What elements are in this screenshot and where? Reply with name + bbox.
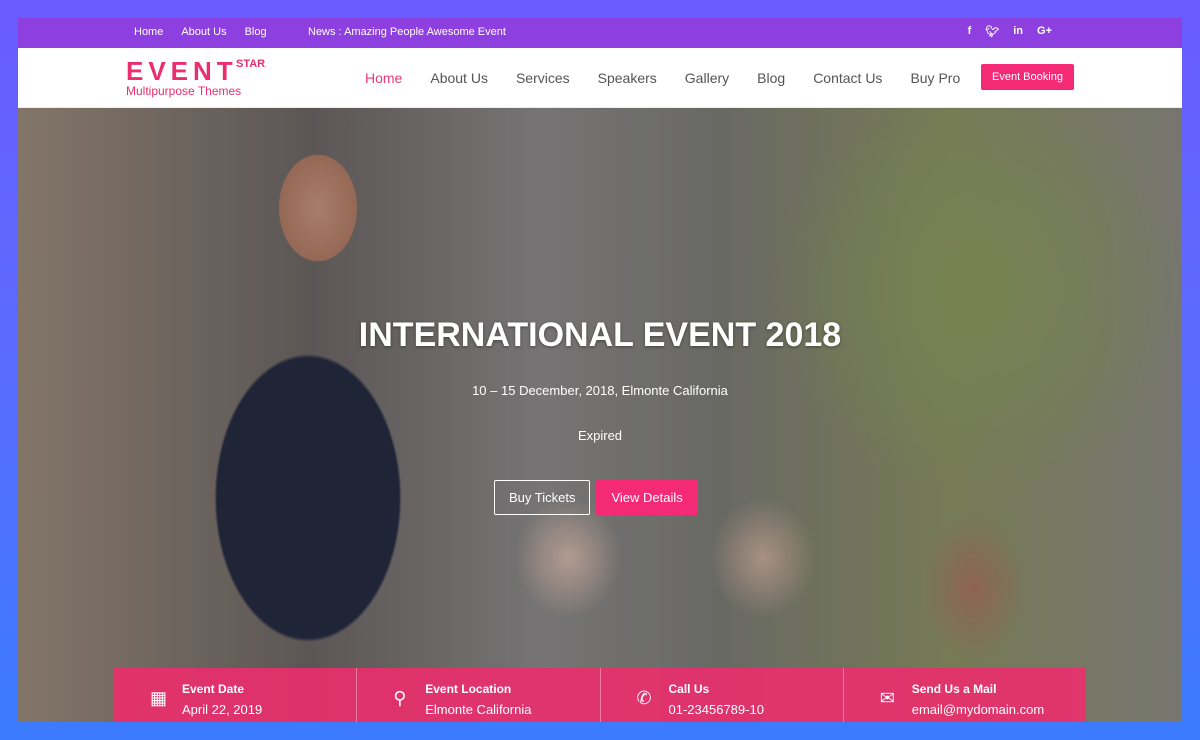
info-value[interactable]: email@mydomain.com (912, 702, 1044, 717)
google-plus-icon[interactable]: G+ (1037, 25, 1052, 38)
menu-contact[interactable]: Contact Us (813, 70, 882, 86)
menu-about[interactable]: About Us (430, 70, 488, 86)
menu-home[interactable]: Home (365, 70, 402, 86)
hero-banner: INTERNATIONAL EVENT 2018 10 – 15 Decembe… (18, 108, 1182, 722)
buy-tickets-button[interactable]: Buy Tickets (494, 480, 591, 515)
logo-star: STAR (236, 58, 266, 70)
menu-speakers[interactable]: Speakers (598, 70, 657, 86)
facebook-icon[interactable]: f (968, 25, 972, 38)
location-pin-icon: ⚲ (393, 688, 407, 708)
calendar-icon: ▦ (150, 688, 168, 708)
info-title: Event Location (425, 682, 512, 696)
event-status: Expired (577, 428, 623, 443)
logo-word: EVENT (126, 56, 238, 86)
info-value[interactable]: 01-23456789-10 (669, 702, 764, 717)
info-title: Call Us (668, 682, 710, 696)
logo-subtitle: Multipurpose Themes (126, 84, 242, 98)
info-event-location: ⚲ Event Location Elmonte California (357, 668, 601, 722)
top-link-blog[interactable]: Blog (245, 26, 267, 38)
main-nav: EVENT STAR Multipurpose Themes Home Abou… (18, 48, 1182, 108)
top-link-home[interactable]: Home (134, 26, 163, 38)
menu-buy-pro[interactable]: Buy Pro (910, 70, 960, 86)
info-title: Event Date (182, 682, 245, 696)
menu-blog[interactable]: Blog (757, 70, 785, 86)
linkedin-icon[interactable]: in (1013, 25, 1023, 38)
view-details-button[interactable]: View Details (596, 480, 698, 515)
page: Home About Us Blog News : Amazing People… (18, 18, 1182, 722)
twitter-icon[interactable]: 🐦︎ (985, 25, 999, 38)
logo[interactable]: EVENT STAR Multipurpose Themes (126, 56, 265, 98)
info-mail: ✉ Send Us a Mail email@mydomain.com (844, 668, 1086, 722)
mail-icon: ✉ (879, 688, 895, 708)
info-bar: ▦ Event Date April 22, 2019 ⚲ Event Locatio… (114, 668, 1086, 722)
phone-icon: ✆ (636, 688, 652, 708)
event-booking-button[interactable]: Event Booking (981, 64, 1074, 90)
info-value: Elmonte California (425, 702, 532, 717)
top-link-about[interactable]: About Us (181, 26, 226, 38)
hero-date: 10 – 15 December, 2018, Elmonte Californ… (472, 383, 728, 398)
top-bar: Home About Us Blog News : Amazing People… (18, 18, 1182, 48)
menu-services[interactable]: Services (516, 70, 570, 86)
info-value: April 22, 2019 (182, 702, 263, 717)
menu-gallery[interactable]: Gallery (685, 70, 729, 86)
info-event-date: ▦ Event Date April 22, 2019 (114, 668, 358, 722)
info-call-us: ✆ Call Us 01-23456789-10 (601, 668, 844, 722)
info-title: Send Us a Mail (911, 682, 997, 696)
news-ticker: News : Amazing People Awesome Event (308, 26, 506, 38)
hero-title: INTERNATIONAL EVENT 2018 (358, 316, 842, 354)
